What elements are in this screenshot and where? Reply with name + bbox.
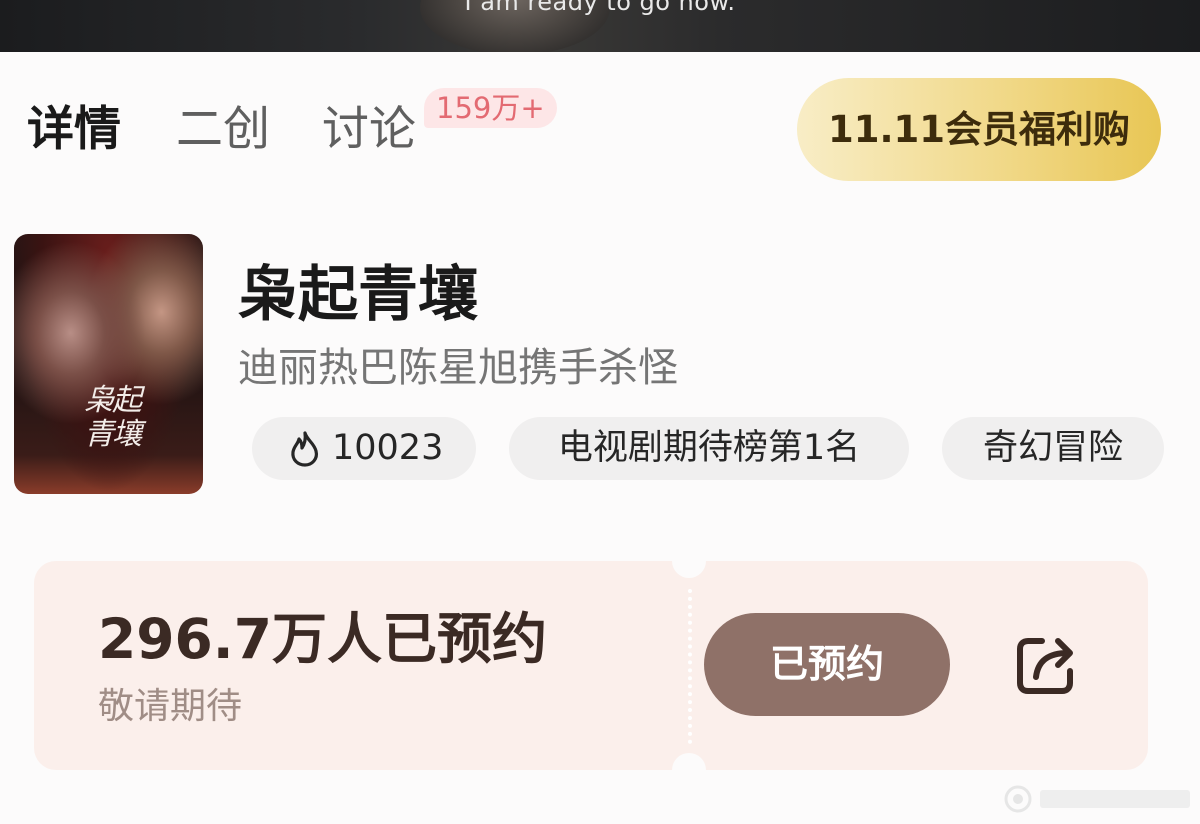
- promo-button[interactable]: 11.11会员福利购: [797, 78, 1161, 181]
- ticket-divider: [688, 589, 692, 744]
- poster-title-text: 枭起青壤: [84, 383, 142, 452]
- show-title: 枭起青壤: [238, 260, 478, 330]
- watermark-logo: [1004, 784, 1194, 814]
- discussion-count-badge: 159万+: [424, 88, 557, 128]
- reservation-card: 296.7万人已预约 敬请期待 已预约: [34, 544, 1148, 787]
- genre-chip[interactable]: 奇幻冒险: [942, 417, 1164, 480]
- show-subtitle: 迪丽热巴陈星旭携手杀怪: [238, 345, 678, 391]
- show-poster[interactable]: 枭起青壤: [14, 234, 203, 494]
- reservation-count: 296.7万人已预约: [98, 607, 547, 671]
- ticket-notch-bottom: [672, 753, 706, 787]
- share-button[interactable]: [1012, 631, 1080, 699]
- ranking-chip[interactable]: 电视剧期待榜第1名: [509, 417, 909, 480]
- share-icon: [1017, 638, 1073, 694]
- await-text: 敬请期待: [98, 686, 243, 727]
- reserved-button[interactable]: 已预约: [704, 613, 950, 716]
- video-player-strip[interactable]: I am ready to go now.: [0, 0, 1200, 52]
- heat-value: 10023: [332, 428, 444, 468]
- tab-discussion[interactable]: 讨论: [322, 100, 416, 160]
- video-subtitle: I am ready to go now.: [464, 0, 736, 16]
- tab-details[interactable]: 详情: [27, 100, 121, 160]
- tab-fan-creations[interactable]: 二创: [176, 100, 270, 160]
- heat-chip[interactable]: 10023: [252, 417, 476, 480]
- flame-icon: [291, 431, 318, 467]
- ticket-notch-top: [672, 544, 706, 578]
